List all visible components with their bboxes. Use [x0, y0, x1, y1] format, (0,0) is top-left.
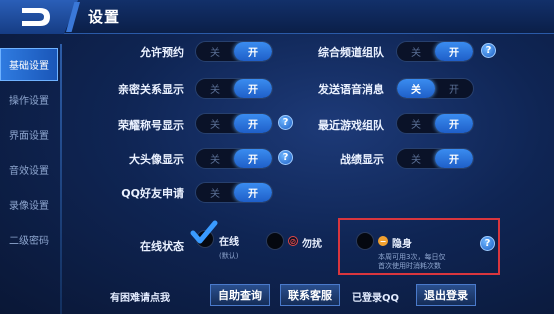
general-channel-team-label: 综合频道组队	[318, 46, 384, 59]
qq-friend-request-label: QQ好友申请	[121, 187, 184, 200]
allow-reservation-label: 允许预约	[140, 46, 184, 59]
recent-game-team-label: 最近游戏组队	[318, 119, 384, 132]
sidebar-divider	[60, 44, 62, 314]
toggle-on: 开	[234, 149, 272, 168]
back-button[interactable]	[0, 0, 78, 34]
toggle-off: 关	[210, 48, 220, 59]
bottom-bar: 有困难请点我 自助查询 联系客服 已登录QQ 退出登录	[110, 281, 490, 309]
sidebar-item-controls[interactable]: 操作设置	[0, 83, 58, 116]
send-voice-message-toggle[interactable]: 关 开	[396, 78, 474, 99]
self-service-button[interactable]: 自助查询	[210, 284, 270, 306]
intimacy-display-toggle[interactable]: 关 开	[195, 78, 273, 99]
toggle-off: 关	[210, 85, 220, 96]
toggle-on: 开	[234, 183, 272, 202]
sidebar: 基础设置 操作设置 界面设置 音效设置 录像设置 二级密码	[0, 44, 58, 314]
toggle-on: 开	[234, 114, 272, 133]
minus-icon: −	[378, 236, 388, 246]
online-default-hint: (默认)	[219, 252, 239, 260]
toggle-on: 开	[449, 85, 459, 96]
avatar-display-label: 大头像显示	[129, 153, 184, 166]
honor-title-help-icon[interactable]: ?	[278, 115, 293, 130]
combat-display-toggle[interactable]: 关 开	[396, 148, 474, 169]
toggle-on: 开	[234, 42, 272, 61]
recent-game-team-toggle[interactable]: 关 开	[396, 113, 474, 134]
logged-in-text: 已登录QQ	[352, 293, 400, 304]
header-bar: 设置	[0, 0, 554, 34]
page-title: 设置	[88, 8, 121, 26]
toggle-off: 关	[411, 120, 421, 131]
invisible-help-icon[interactable]: ?	[480, 236, 495, 251]
toggle-on: 开	[234, 79, 272, 98]
contact-support-button[interactable]: 联系客服	[280, 284, 340, 306]
online-status-label: 在线状态	[140, 240, 184, 253]
invisible-radio[interactable]	[356, 232, 374, 250]
sidebar-item-audio[interactable]: 音效设置	[0, 153, 58, 186]
toggle-off: 关	[210, 155, 220, 166]
combat-display-label: 战绩显示	[340, 153, 384, 166]
sidebar-item-interface[interactable]: 界面设置	[0, 118, 58, 151]
toggle-off: 关	[397, 79, 435, 98]
invisible-label: 隐身	[392, 239, 412, 250]
qq-friend-request-toggle[interactable]: 关 开	[195, 182, 273, 203]
no-entry-icon: ⊘	[288, 236, 298, 246]
invisible-note-line2: 首次使用时消耗次数	[378, 262, 441, 270]
back-arrow-icon	[22, 8, 50, 26]
avatar-display-toggle[interactable]: 关 开	[195, 148, 273, 169]
avatar-display-help-icon[interactable]: ?	[278, 150, 293, 165]
toggle-on: 开	[435, 149, 473, 168]
honor-title-label: 荣耀称号显示	[118, 119, 184, 132]
toggle-on: 开	[435, 42, 473, 61]
trouble-text: 有困难请点我	[110, 293, 170, 304]
online-option-label: 在线	[219, 237, 239, 248]
honor-title-toggle[interactable]: 关 开	[195, 113, 273, 134]
intimacy-display-label: 亲密关系显示	[118, 83, 184, 96]
sidebar-item-replay[interactable]: 录像设置	[0, 188, 58, 221]
logout-button[interactable]: 退出登录	[416, 284, 476, 306]
send-voice-message-label: 发送语音消息	[318, 83, 384, 96]
toggle-off: 关	[210, 189, 220, 200]
general-channel-team-toggle[interactable]: 关 开	[396, 41, 474, 62]
checkmark-icon	[190, 220, 218, 244]
toggle-off: 关	[411, 155, 421, 166]
toggle-off: 关	[411, 48, 421, 59]
general-channel-help-icon[interactable]: ?	[481, 43, 496, 58]
do-not-disturb-radio[interactable]	[266, 232, 284, 250]
toggle-on: 开	[435, 114, 473, 133]
sidebar-item-basic[interactable]: 基础设置	[0, 48, 58, 81]
allow-reservation-toggle[interactable]: 关 开	[195, 41, 273, 62]
toggle-off: 关	[210, 120, 220, 131]
do-not-disturb-label: 勿扰	[302, 239, 322, 250]
sidebar-item-password[interactable]: 二级密码	[0, 223, 58, 256]
